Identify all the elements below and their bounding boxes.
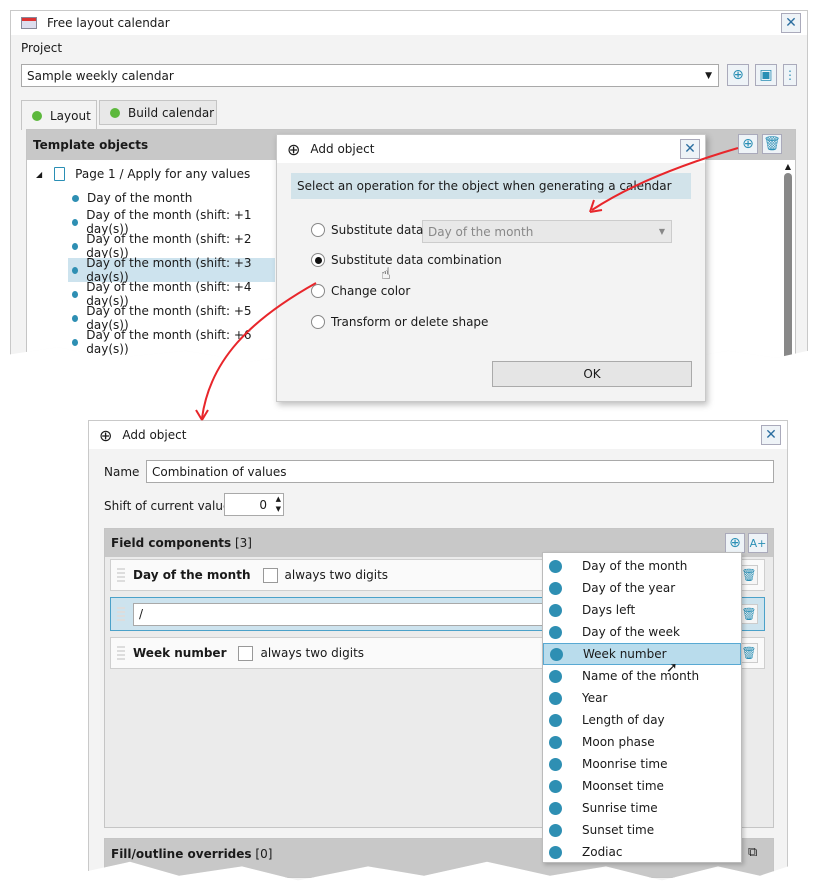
arrow-to-dialog (591, 147, 739, 211)
hand-cursor-icon: ☝ (381, 264, 391, 283)
arrow-cursor-icon: ➚ (666, 660, 678, 676)
arrow-to-second-dialog (201, 282, 317, 419)
arrowhead (589, 199, 603, 213)
annotation-arrows (195, 147, 739, 421)
